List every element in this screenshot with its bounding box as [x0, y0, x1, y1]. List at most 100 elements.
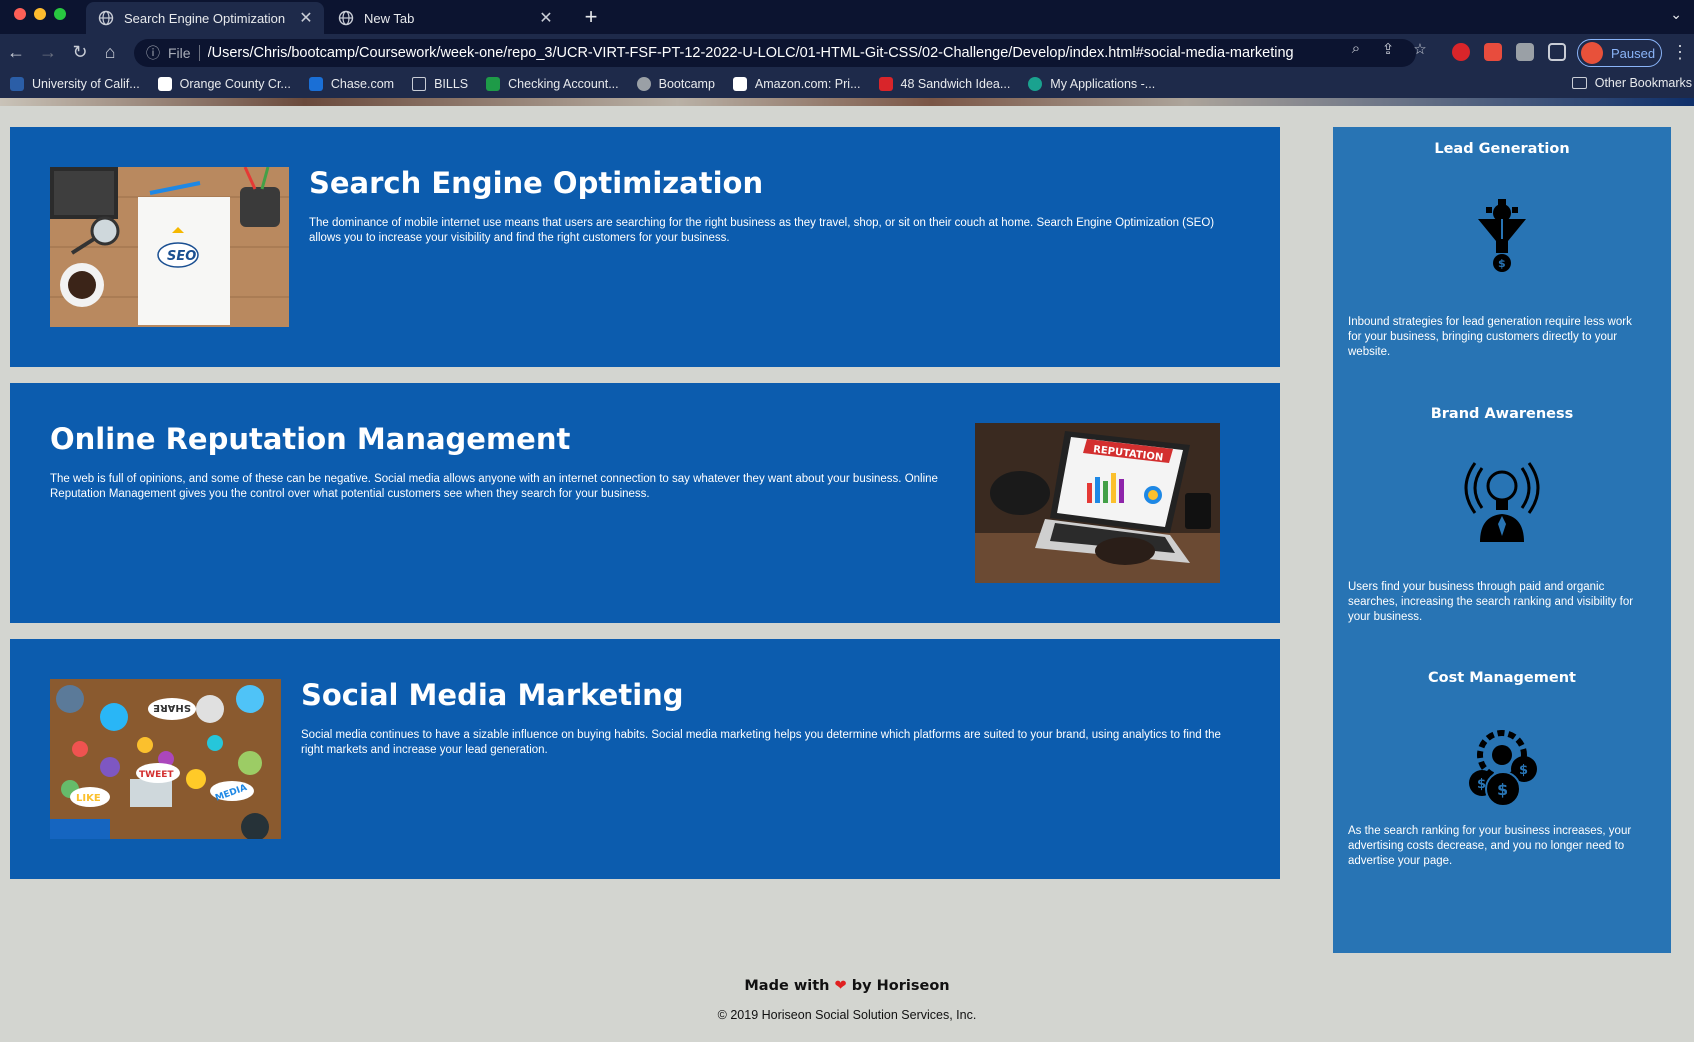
seo-text: The dominance of mobile internet use mea…: [309, 217, 1215, 244]
bookmark-item[interactable]: Chase.com: [308, 77, 395, 91]
browser-tab-bar: Search Engine Optimization ✕ New Tab ✕ +…: [0, 0, 1694, 34]
header-image-strip: [0, 98, 1694, 106]
bookmark-item[interactable]: Bootcamp: [636, 77, 715, 91]
brand-awareness-icon: [1442, 462, 1562, 562]
lead-generation-text: Inbound strategies for lead generation r…: [1348, 316, 1632, 358]
share-icon[interactable]: ⇪: [1378, 40, 1398, 58]
social-media-title: Social Media Marketing: [301, 678, 684, 712]
folder-icon: [1571, 77, 1587, 89]
bookmark-label: University of Calif...: [32, 77, 140, 91]
tab-title: New Tab: [364, 10, 415, 26]
svg-text:$: $: [1497, 780, 1508, 799]
reputation-image: REPUTATION: [975, 423, 1220, 583]
brand-awareness-text: Users find your business through paid an…: [1348, 581, 1634, 623]
minimize-window-button[interactable]: [34, 8, 46, 20]
seo-image: SEO: [50, 167, 289, 327]
bookmark-item[interactable]: University of Calif...: [10, 77, 140, 91]
cost-management-text: As the search ranking for your business …: [1348, 825, 1632, 867]
benefits-sidebar: Lead Generation $ Inbound strategies for…: [1333, 127, 1671, 953]
globe-icon: [338, 10, 354, 26]
bookmark-favicon-icon: [1028, 77, 1043, 91]
bookmarks-bar: University of Calif... Orange County Cr.…: [0, 70, 1694, 98]
social-media-section: SHARE TWEET LIKE MEDIA Social Media Mark…: [10, 639, 1280, 879]
like-image-label: LIKE: [76, 793, 101, 804]
tweet-image-label: TWEET: [139, 770, 174, 780]
bookmark-star-icon[interactable]: ☆: [1410, 40, 1430, 58]
bookmark-label: Checking Account...: [508, 77, 619, 91]
home-icon[interactable]: ⌂: [98, 40, 122, 64]
footer-copyright: © 2019 Horiseon Social Solution Services…: [717, 1008, 977, 1022]
bookmark-favicon-icon: [308, 77, 323, 91]
bookmark-item[interactable]: Checking Account...: [486, 77, 619, 91]
bookmark-label: Orange County Cr...: [179, 77, 291, 91]
bookmark-label: Chase.com: [330, 77, 395, 91]
back-arrow-icon[interactable]: ←: [4, 40, 28, 64]
extension-arrow-icon[interactable]: [1484, 43, 1502, 61]
tab-title: Search Engine Optimization: [124, 10, 286, 26]
bookmark-favicon-icon: [157, 77, 172, 91]
profile-button[interactable]: Paused: [1577, 39, 1662, 67]
bookmark-item[interactable]: Orange County Cr...: [157, 77, 291, 91]
heart-icon: ❤: [834, 978, 847, 994]
made-with-text: Made with: [744, 978, 830, 994]
bookmark-label: Bootcamp: [658, 77, 715, 91]
bookmark-favicon-icon: [878, 77, 893, 91]
address-bar[interactable]: ⓘ File /Users/Chris/bootcamp/Coursework/…: [134, 39, 1416, 67]
tab-search-engine-optimization[interactable]: Search Engine Optimization ✕: [86, 2, 324, 34]
bookmark-item[interactable]: Amazon.com: Pri...: [732, 77, 861, 91]
seo-section: SEO Search Engine Optimization The domin…: [10, 127, 1280, 367]
url-scheme: File: [168, 45, 191, 61]
url-text[interactable]: /Users/Chris/bootcamp/Coursework/week-on…: [208, 45, 1416, 61]
avatar: [1581, 42, 1603, 64]
other-bookmarks[interactable]: Other Bookmarks: [1571, 76, 1692, 90]
divider: [198, 45, 200, 61]
brand-awareness-title: Brand Awareness: [1430, 406, 1574, 422]
zoom-icon[interactable]: ⌕: [1346, 40, 1366, 57]
cost-management-title: Cost Management: [1428, 670, 1576, 686]
info-icon[interactable]: ⓘ: [146, 43, 160, 63]
close-tab-icon[interactable]: ✕: [298, 8, 314, 28]
close-window-button[interactable]: [14, 8, 26, 20]
extension-red-icon[interactable]: [1452, 43, 1470, 61]
online-reputation-section: Online Reputation Management The web is …: [10, 383, 1280, 623]
seo-title: Search Engine Optimization: [309, 166, 764, 200]
more-menu-icon[interactable]: ⋮: [1668, 40, 1692, 64]
folder-icon: [412, 77, 427, 91]
close-tab-icon[interactable]: ✕: [538, 8, 554, 28]
reload-icon[interactable]: ↻: [68, 40, 92, 64]
bookmark-label: BILLS: [434, 77, 469, 91]
bookmark-favicon-icon: [486, 77, 501, 91]
social-media-text: Social media continues to have a sizable…: [301, 729, 1221, 756]
new-tab-button[interactable]: +: [578, 4, 604, 30]
bookmark-favicon-icon: [732, 77, 747, 91]
tab-new-tab[interactable]: New Tab ✕: [326, 2, 564, 34]
maximize-window-button[interactable]: [54, 8, 66, 20]
reputation-text: The web is full of opinions, and some of…: [50, 473, 938, 500]
other-bookmarks-label: Other Bookmarks: [1594, 76, 1692, 90]
bookmark-item[interactable]: 48 Sandwich Idea...: [878, 77, 1011, 91]
globe-icon: [98, 10, 114, 26]
chevron-down-icon[interactable]: ⌄: [1670, 6, 1682, 23]
by-horiseon-text: by Horiseon: [851, 978, 950, 994]
puzzle-icon[interactable]: [1516, 43, 1534, 61]
reputation-title: Online Reputation Management: [50, 422, 571, 456]
lead-generation-title: Lead Generation: [1434, 141, 1570, 157]
bookmark-favicon-icon: [10, 77, 24, 91]
forward-arrow-icon[interactable]: →: [36, 40, 60, 64]
svg-text:$: $: [1519, 763, 1528, 778]
share-image-label: SHARE: [153, 702, 191, 713]
side-panel-icon[interactable]: [1548, 43, 1566, 61]
bookmark-label: Amazon.com: Pri...: [754, 77, 861, 91]
web-page: SEO Search Engine Optimization The domin…: [0, 98, 1694, 1042]
bookmark-label: My Applications -...: [1050, 77, 1156, 91]
seo-image-label: SEO: [167, 249, 196, 264]
bookmark-item[interactable]: BILLS: [412, 77, 468, 91]
browser-toolbar: ← → ↻ ⌂ ⓘ File /Users/Chris/bootcamp/Cou…: [0, 34, 1694, 70]
bookmark-item[interactable]: My Applications -...: [1028, 77, 1155, 91]
social-media-image: SHARE TWEET LIKE MEDIA: [50, 679, 281, 839]
cost-management-icon: $ $ $: [1442, 727, 1562, 827]
lead-generation-icon: $: [1442, 197, 1562, 297]
profile-status: Paused: [1611, 45, 1656, 61]
svg-text:$: $: [1498, 257, 1506, 270]
bookmark-label: 48 Sandwich Idea...: [900, 77, 1011, 91]
